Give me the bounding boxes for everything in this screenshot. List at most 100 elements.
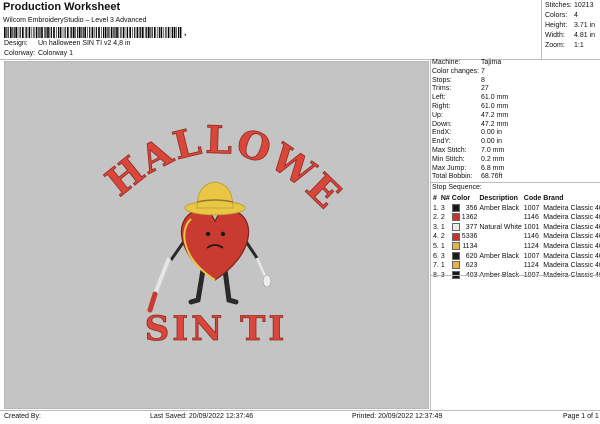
machine-stat-value: 68.76ft	[481, 173, 503, 181]
seq-brand: Madeira Classic 40	[543, 252, 600, 260]
seq-description	[478, 242, 522, 252]
seq-description: Natural White	[479, 223, 522, 231]
seq-swatch	[451, 213, 461, 223]
machine-stats: Machine: Tajima Color changes: 7 Stops: 8 Trim…	[432, 59, 598, 182]
top-stats: Stitches: 10213 Colors: 4 Height: 3.71 in W…	[545, 1, 599, 51]
machine-stat-row: Trims: 27	[432, 85, 598, 94]
seq-code: 1007	[523, 204, 540, 212]
seq-swatch	[451, 222, 461, 233]
machine-stat-row: Max Stitch: 7.0 mm	[432, 147, 598, 156]
embroidery-artwork: UN HALLOWEEN	[0, 26, 351, 350]
col-description: Description	[479, 195, 518, 202]
seq-description	[478, 232, 522, 242]
seq-needle: 3	[440, 204, 445, 212]
machine-stat-value: 0.00 in	[481, 138, 503, 146]
stat-width: Width: 4.81 in	[545, 32, 596, 39]
machine-stat-label: Machine:	[432, 59, 461, 66]
header-divider	[541, 0, 542, 60]
seq-brand: Madeira Classic 40	[543, 223, 600, 231]
seq-color: 1134	[462, 242, 478, 250]
machine-stat-value: 61.0 mm	[481, 94, 509, 102]
seq-description: Amber Black	[479, 204, 520, 212]
software-subtitle: Wilcom EmbroideryStudio – Level 3 Advanc…	[3, 17, 147, 24]
seq-brand: Madeira Classic 40	[543, 204, 600, 212]
machine-stat-value: 8	[481, 76, 485, 84]
seq-color: 623	[465, 262, 478, 270]
color-swatch-icon	[451, 213, 460, 222]
seq-brand: Madeira Classic 40	[543, 262, 600, 270]
color-swatch-icon	[451, 222, 460, 231]
machine-stat-value: 7.0 mm	[481, 146, 505, 154]
machine-stat-row: Down: 47.2 mm	[432, 121, 598, 130]
seq-swatch	[451, 261, 461, 271]
seq-color: 620	[465, 252, 478, 260]
arc-text: UN HALLOWEEN	[5, 62, 351, 218]
machine-stat-label: EndX:	[432, 129, 452, 137]
seq-number: 3.	[433, 223, 439, 231]
machine-stat-value: 47.2 mm	[481, 120, 509, 128]
table-row: 4. 2 5336 1146 Madeira Classic 40	[432, 232, 600, 242]
color-swatch-icon	[451, 261, 460, 270]
machine-stat-value: 0.00 in	[481, 129, 503, 137]
machine-stat-label: Down:	[432, 120, 452, 128]
design-preview: UN HALLOWEEN	[0, 26, 429, 409]
seq-color: 356	[465, 204, 478, 212]
seq-needle: 1	[440, 262, 445, 270]
machine-stat-row: Stops: 8	[432, 77, 598, 86]
color-swatch-icon	[451, 232, 460, 241]
seq-color: 377	[465, 223, 478, 231]
machine-stat-value: 27	[481, 85, 489, 93]
seq-color: 1362	[461, 214, 478, 222]
footer-created-by: Created By:	[4, 413, 41, 420]
design-label: Design:	[4, 40, 28, 47]
seq-description: Amber Black	[479, 252, 520, 260]
machine-stat-value: 7	[481, 67, 485, 75]
seq-needle: 3	[440, 252, 445, 260]
col-needle: N#	[440, 195, 450, 202]
seq-brand: Madeira Classic 40	[543, 214, 600, 222]
stop-sequence-table: # N# Color Description Code Brand 1. 3 356…	[432, 194, 600, 280]
colorway-line: Colorway: Colorway 1	[4, 50, 73, 57]
machine-stat-value: 47.2 mm	[481, 111, 509, 119]
col-code: Code	[523, 195, 542, 202]
table-row: 2. 2 1362 1146 Madeira Classic 40	[432, 213, 600, 223]
machine-stat-label: Up:	[432, 111, 443, 119]
seq-swatch	[451, 242, 461, 252]
seq-number: 4.	[433, 233, 439, 241]
machine-stat-row: Color changes: 7	[432, 68, 598, 77]
machine-stat-label: Total Bobbin:	[432, 173, 473, 181]
seq-swatch	[451, 251, 461, 262]
machine-stat-row: Max Jump: 6.8 mm	[432, 165, 598, 174]
machine-stat-label: Color changes:	[432, 67, 480, 75]
color-swatch-icon	[451, 203, 460, 212]
machine-stat-label: Right:	[432, 102, 451, 110]
machine-stat-row: Left: 61.0 mm	[432, 94, 598, 103]
machine-stat-label: EndY:	[432, 138, 451, 146]
machine-stat-value: 0.2 mm	[481, 155, 505, 163]
design-value: Un halloween SIN TI v2 4,8 in	[37, 40, 131, 47]
design-line: Design: Un halloween SIN TI v2 4,8 in	[4, 40, 130, 47]
page-title: Production Worksheet	[3, 1, 121, 13]
stat-stitches: Stitches: 10213	[545, 2, 594, 9]
machine-stat-row: Min Stitch: 0.2 mm	[432, 156, 598, 165]
seq-swatch	[451, 203, 461, 214]
table-row: 3. 1 377 Natural White 1001 Madeira Classic 4…	[432, 222, 600, 233]
seq-code: 1146	[523, 233, 539, 241]
seq-code: 1001	[523, 223, 540, 231]
seq-swatch	[451, 232, 461, 242]
seq-number: 2.	[433, 214, 439, 222]
seq-description	[478, 261, 522, 271]
seq-needle: 1	[440, 223, 445, 231]
seq-needle: 2	[440, 214, 445, 222]
footer-printed: Printed: 20/09/2022 12:37:49	[352, 413, 443, 420]
seq-needle: 2	[440, 233, 445, 241]
seq-brand: Madeira Classic 40	[543, 242, 600, 250]
footer-rule	[0, 410, 600, 411]
stop-sequence-title: Stop Sequence:	[432, 184, 482, 191]
seq-code: 1124	[523, 242, 539, 250]
machine-stat-label: Stops:	[432, 76, 452, 84]
machine-stat-label: Max Stitch:	[432, 146, 467, 154]
seq-number: 1.	[433, 204, 439, 212]
table-header-row: # N# Color Description Code Brand	[432, 194, 600, 204]
colorway-value: Colorway 1	[37, 50, 73, 57]
